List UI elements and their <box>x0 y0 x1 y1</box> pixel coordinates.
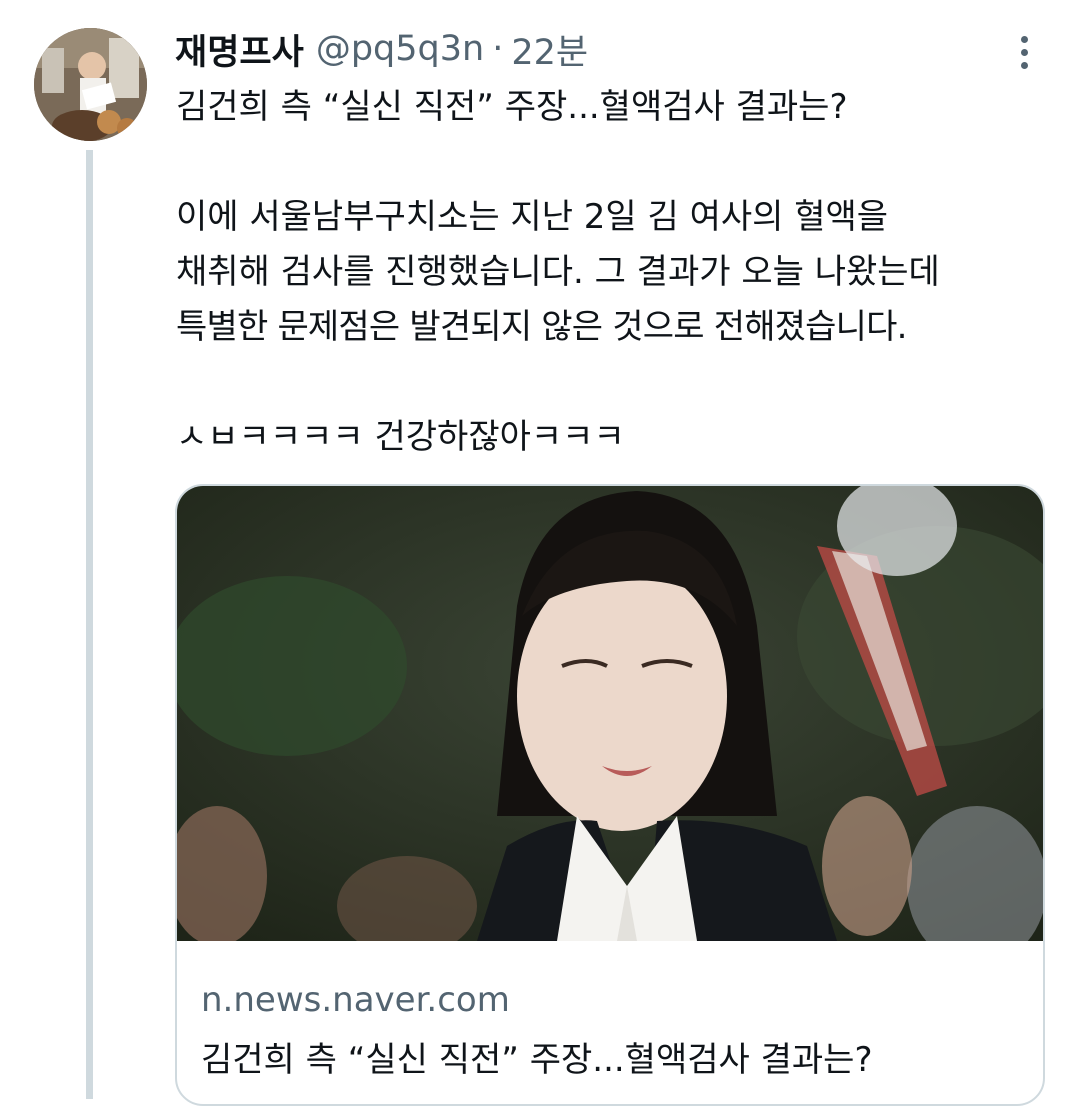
tweet-text-line: ㅅㅂㅋㅋㅋㅋ 건강하잖아ㅋㅋㅋ <box>176 417 625 457</box>
timestamp[interactable]: 22분 <box>511 24 588 75</box>
tweet-text: 김건희 측 “실신 직전” 주장...혈액검사 결과는? 이에 서울남부구치소는… <box>176 80 1056 465</box>
link-card-image[interactable] <box>177 486 1043 941</box>
tweet-header: 재명프사 @pq5q3n · 22분 <box>175 24 588 74</box>
thread-line <box>86 150 93 1099</box>
separator-dot: · <box>492 29 504 69</box>
link-card[interactable]: n.news.naver.com 김건희 측 “실신 직전” 주장...혈액검사… <box>175 484 1045 1106</box>
tweet-text-line: 이에 서울남부구치소는 지난 2일 김 여사의 혈액을 <box>176 197 889 237</box>
avatar-photo <box>34 28 147 141</box>
tweet-text-line: 채취해 검사를 진행했습니다. 그 결과가 오늘 나왔는데 <box>176 252 940 292</box>
more-vertical-icon[interactable] <box>1004 30 1044 74</box>
link-card-domain: n.news.naver.com <box>201 980 510 1020</box>
display-name[interactable]: 재명프사 <box>175 24 304 75</box>
tweet-text-line: 특별한 문제점은 발견되지 않은 것으로 전해졌습니다. <box>176 307 907 347</box>
link-card-title: 김건희 측 “실신 직전” 주장...혈액검사 결과는? <box>201 1040 873 1080</box>
user-handle[interactable]: @pq5q3n <box>316 29 484 69</box>
avatar[interactable] <box>34 28 147 141</box>
tweet-text-line: 김건희 측 “실신 직전” 주장...혈액검사 결과는? <box>176 87 848 127</box>
